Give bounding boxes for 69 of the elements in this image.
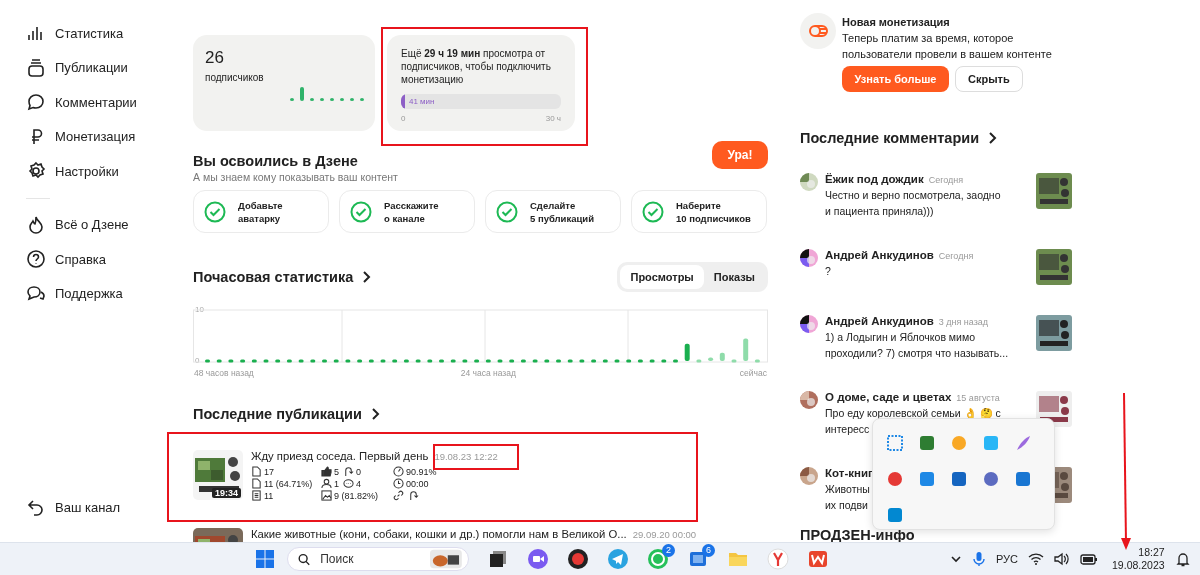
monetization-text: Ещё 29 ч 19 мин просмотра от подписчиков, чтобы подключить монетизацию xyxy=(401,47,552,86)
stat-value: 0 xyxy=(356,466,362,477)
section-title: ПРОДЗЕН-инфо xyxy=(800,527,916,543)
subscriber-count: 26 xyxy=(205,48,225,68)
comment-author[interactable]: О доме, саде и цветах xyxy=(825,391,952,403)
language-indicator[interactable]: РУС xyxy=(996,553,1019,565)
sidebar-item[interactable]: Поддержка xyxy=(26,276,180,311)
sidebar-item[interactable]: Публикации xyxy=(26,50,180,85)
comment-author[interactable]: Кот-книг xyxy=(825,467,873,479)
tab[interactable]: Показы xyxy=(703,265,765,289)
y-tick-label: 10 xyxy=(195,305,204,315)
section-title[interactable]: Последние публикации xyxy=(193,406,362,422)
publication-date: 19.08.23 12:22 xyxy=(434,451,498,462)
scale-max: 30 ч xyxy=(545,114,561,123)
sidebar-item[interactable]: Ваш канал xyxy=(26,490,180,525)
stat-value: 9 (81.82%) xyxy=(334,490,379,501)
subscriber-label: подписчиков xyxy=(205,72,265,83)
section-subtitle: А мы знаем кому показывать ваш контент xyxy=(193,171,398,183)
video-duration: 19:34 xyxy=(211,488,241,498)
notification-badge: 6 xyxy=(702,544,715,557)
stat-value: 11 (64.71%) xyxy=(264,478,313,489)
hide-button[interactable]: Скрыть xyxy=(955,66,1023,92)
tab[interactable]: Просмотры xyxy=(620,265,704,289)
progress-value: 41 мин xyxy=(409,97,435,106)
comment-time: Сегодня xyxy=(938,251,974,261)
comment-time: 15 августа xyxy=(956,393,1000,403)
x-tick-label: сейчас xyxy=(739,368,767,378)
task-text: Наберите 10 подписчиков xyxy=(676,198,751,225)
y-tick-label: 0 xyxy=(195,356,200,366)
task-text: Сделайте 5 публикаций xyxy=(530,198,594,225)
stat-value: 1 xyxy=(334,478,339,489)
section-title[interactable]: Последние комментарии xyxy=(800,130,980,146)
search-bar[interactable]: Поиск xyxy=(287,547,469,571)
comment-text: 1) а Лодыгин и Яблочков мимо проходили? 7) смотря что называть... xyxy=(825,330,1009,361)
sidebar-item[interactable]: Справка xyxy=(26,242,180,277)
section-title[interactable]: Почасовая статистика xyxy=(193,269,354,285)
promo-text: Теперь платим за время, которое пользователи провели в вашем контенте xyxy=(842,31,1053,62)
comment-text: Честно и верно посмотрела, заодно и пациента приняла))) xyxy=(825,188,1001,219)
sidebar-item[interactable]: Настройки xyxy=(26,154,180,189)
stat-value: 00:00 xyxy=(406,478,429,489)
comment-text: ? xyxy=(825,264,831,279)
clock-time[interactable]: 18:27 xyxy=(1138,546,1165,559)
comment-time: 3 дня назад xyxy=(938,317,989,327)
stat-value: 17 xyxy=(264,466,274,477)
publication-date: 29.09.20 00:00 xyxy=(632,529,697,540)
comment-time: Сегодня xyxy=(928,175,964,185)
stat-value: 4 xyxy=(356,478,362,489)
comment-author[interactable]: Андрей Анкудинов xyxy=(825,315,934,327)
task-text: Расскажите о канале xyxy=(384,198,439,225)
x-tick-label: 48 часов назад xyxy=(194,368,254,378)
stat-value: 5 xyxy=(334,466,339,477)
stat-value: 90.91% xyxy=(406,466,437,477)
stat-value: 11 xyxy=(264,490,274,501)
task-text: Добавьте аватарку xyxy=(238,198,283,225)
scale-min: 0 xyxy=(401,114,406,123)
sidebar-item[interactable]: Монетизация xyxy=(26,119,180,154)
publication-title[interactable]: Жду приезд соседа. Первый день xyxy=(251,450,429,462)
search-input[interactable]: Поиск xyxy=(318,551,423,567)
sidebar-item[interactable]: Статистика xyxy=(26,16,180,51)
x-tick-label: 24 часа назад xyxy=(460,368,516,378)
comment-author[interactable]: Андрей Анкудинов xyxy=(825,249,934,261)
comment-text: Животны их подви xyxy=(825,482,870,513)
promo-title: Новая монетизация xyxy=(842,16,951,28)
sidebar-item[interactable]: Всё о Дзене xyxy=(26,207,180,242)
sidebar-item[interactable]: Комментарии xyxy=(26,85,180,120)
section-title: Вы освоились в Дзене xyxy=(193,153,359,169)
comment-author[interactable]: Ёжик под дождик xyxy=(825,173,924,185)
publication-title[interactable]: Какие животные (кони, собаки, кошки и др.) помогли нам в Великой О... xyxy=(251,528,627,540)
clock-date[interactable]: 19.08.2023 xyxy=(1112,559,1165,572)
